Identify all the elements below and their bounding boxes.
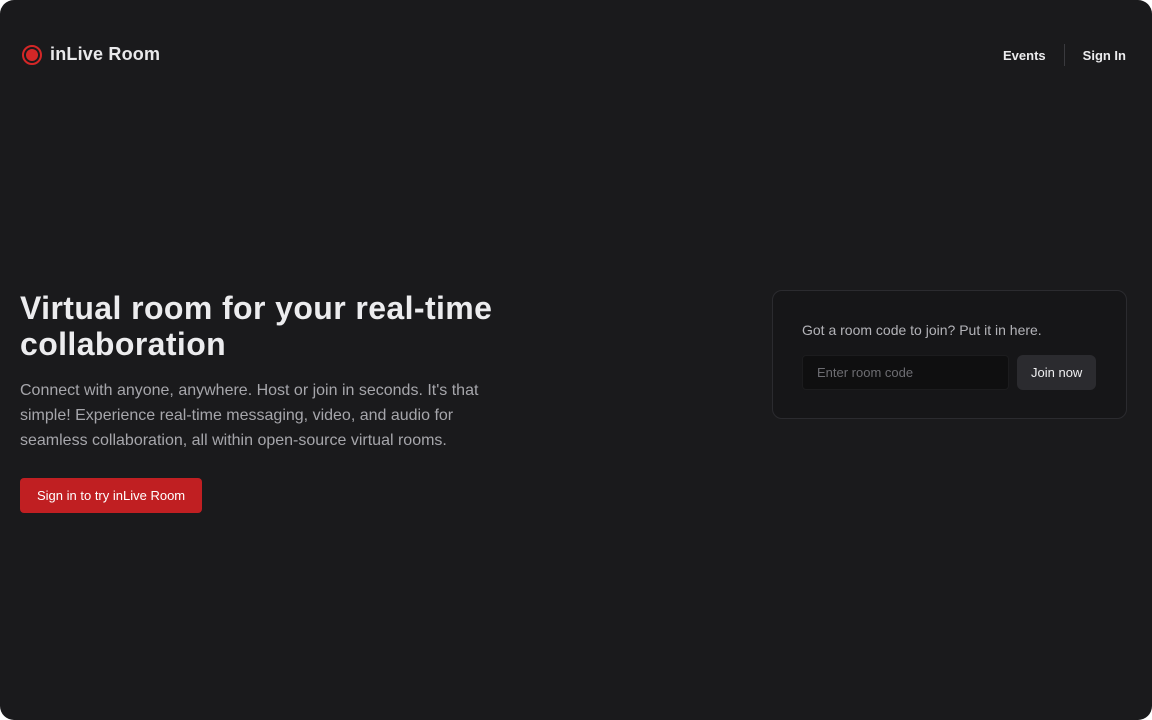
sign-in-cta-button[interactable]: Sign in to try inLive Room [20,478,203,513]
top-nav: Events Sign In [1003,44,1126,66]
hero-section: Virtual room for your real-time collabor… [20,290,560,453]
nav-events-link[interactable]: Events [1003,48,1046,63]
join-prompt: Got a room code to join? Put it in here. [802,322,1042,338]
nav-divider [1063,44,1065,66]
join-now-button[interactable]: Join now [1017,355,1097,390]
brand-name: inLive Room [50,44,161,64]
nav-sign-in-link[interactable]: Sign In [1083,48,1126,63]
record-icon [22,44,42,65]
app-window: inLive Room Events Sign In Virtual room … [0,0,1152,720]
room-code-input[interactable] [802,355,1009,390]
hero-description: Connect with anyone, anywhere. Host or j… [20,382,479,449]
join-room-card: Got a room code to join? Put it in here.… [772,290,1127,419]
brand-logo-link[interactable]: inLive Room [22,44,160,65]
hero-title: Virtual room for your real-time collabor… [20,290,493,362]
top-header: inLive Room Events Sign In [0,0,1152,110]
join-form: Join now [802,355,1097,390]
